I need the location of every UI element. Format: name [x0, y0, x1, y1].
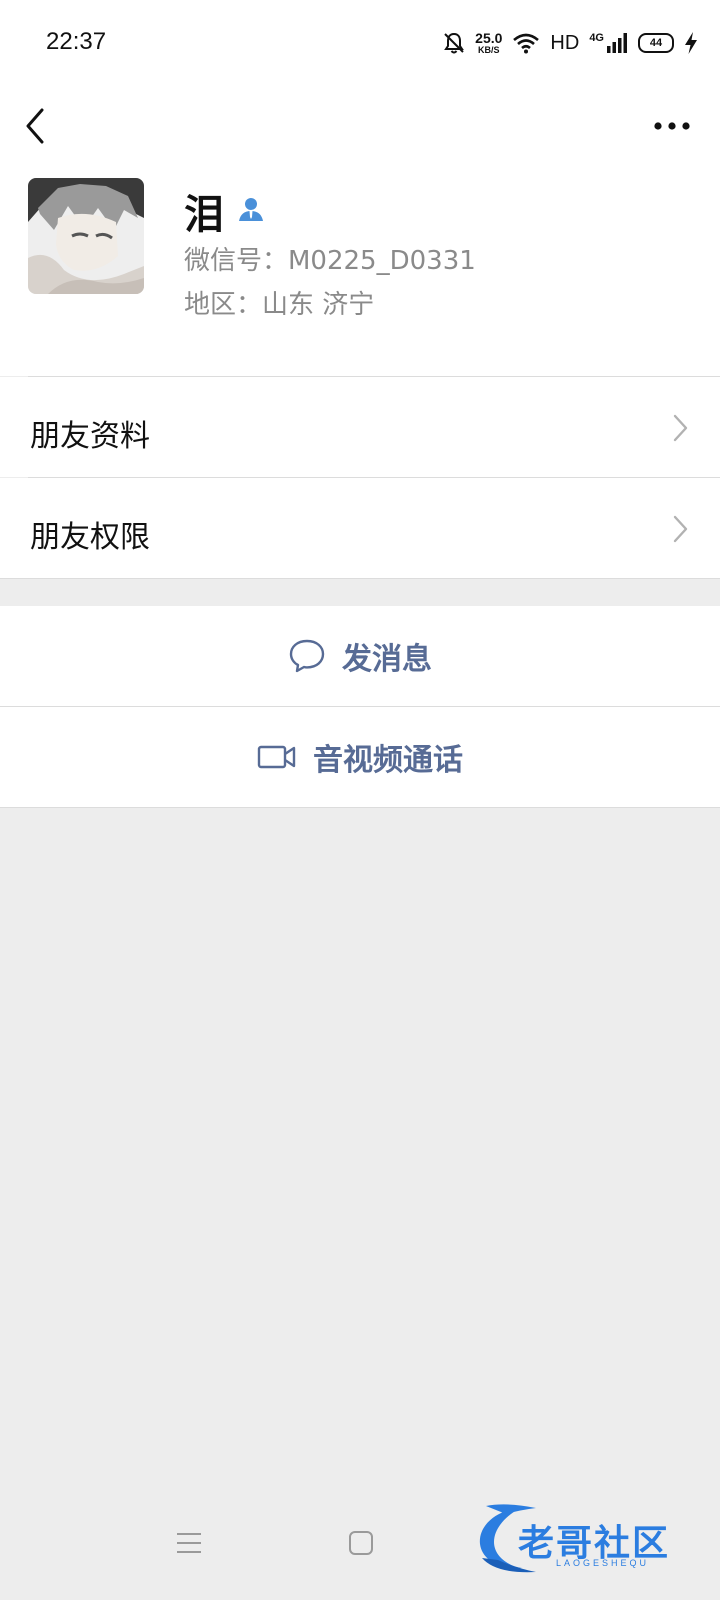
cellular-label: 4G — [589, 32, 604, 44]
chevron-right-icon — [673, 414, 688, 442]
net-speed: 25.0 KB/S — [475, 31, 502, 55]
avatar-image — [28, 178, 144, 294]
back-button[interactable] — [18, 104, 58, 148]
profile-name: 泪 — [184, 192, 224, 238]
friend-permissions-row[interactable]: 朋友权限 — [0, 478, 720, 578]
menu-icon[interactable] — [176, 1530, 202, 1556]
status-icons: 25.0 KB/S HD 4G 44 — [443, 26, 698, 60]
av-call-button[interactable]: 音视频通话 — [0, 707, 720, 807]
network-label: HD — [550, 31, 580, 54]
friend-info-label: 朋友资料 — [30, 419, 150, 454]
wifi-icon — [512, 32, 540, 54]
av-call-label: 音视频通话 — [313, 743, 463, 778]
divider — [0, 807, 720, 808]
person-badge-icon — [236, 194, 266, 228]
video-camera-icon — [257, 745, 296, 769]
more-button[interactable] — [650, 106, 694, 146]
home-square-icon[interactable] — [348, 1530, 374, 1556]
profile-header: 泪 微信号：M0225_D0331 地区：山东 济宁 — [0, 164, 720, 376]
more-horizontal-icon — [654, 122, 690, 130]
cellular-signal-icon: 4G — [589, 32, 628, 54]
nav-bar — [0, 86, 720, 164]
avatar[interactable] — [28, 178, 144, 294]
status-bar: 22:37 25.0 KB/S HD 4G 44 — [0, 0, 720, 86]
watermark-logo: 老哥社区 LAOGESHEQU — [476, 1500, 706, 1576]
send-message-label: 发消息 — [342, 642, 432, 677]
profile-name-row: 泪 — [184, 182, 266, 240]
charging-bolt-icon — [684, 31, 698, 55]
net-speed-unit: KB/S — [478, 45, 500, 55]
watermark-subtitle: LAOGESHEQU — [556, 1558, 650, 1568]
friend-permissions-label: 朋友权限 — [30, 520, 150, 555]
chat-bubble-icon — [289, 639, 325, 673]
net-speed-value: 25.0 — [475, 30, 503, 46]
send-message-button[interactable]: 发消息 — [0, 606, 720, 706]
chevron-left-icon — [26, 108, 44, 144]
divider — [0, 578, 720, 579]
battery-icon: 44 — [638, 33, 674, 53]
bell-muted-icon — [443, 31, 465, 55]
chevron-right-icon — [673, 515, 688, 543]
friend-info-row[interactable]: 朋友资料 — [0, 377, 720, 477]
wechat-id: 微信号：M0225_D0331 — [184, 246, 476, 276]
region: 地区：山东 济宁 — [184, 290, 375, 320]
status-time: 22:37 — [46, 28, 107, 55]
